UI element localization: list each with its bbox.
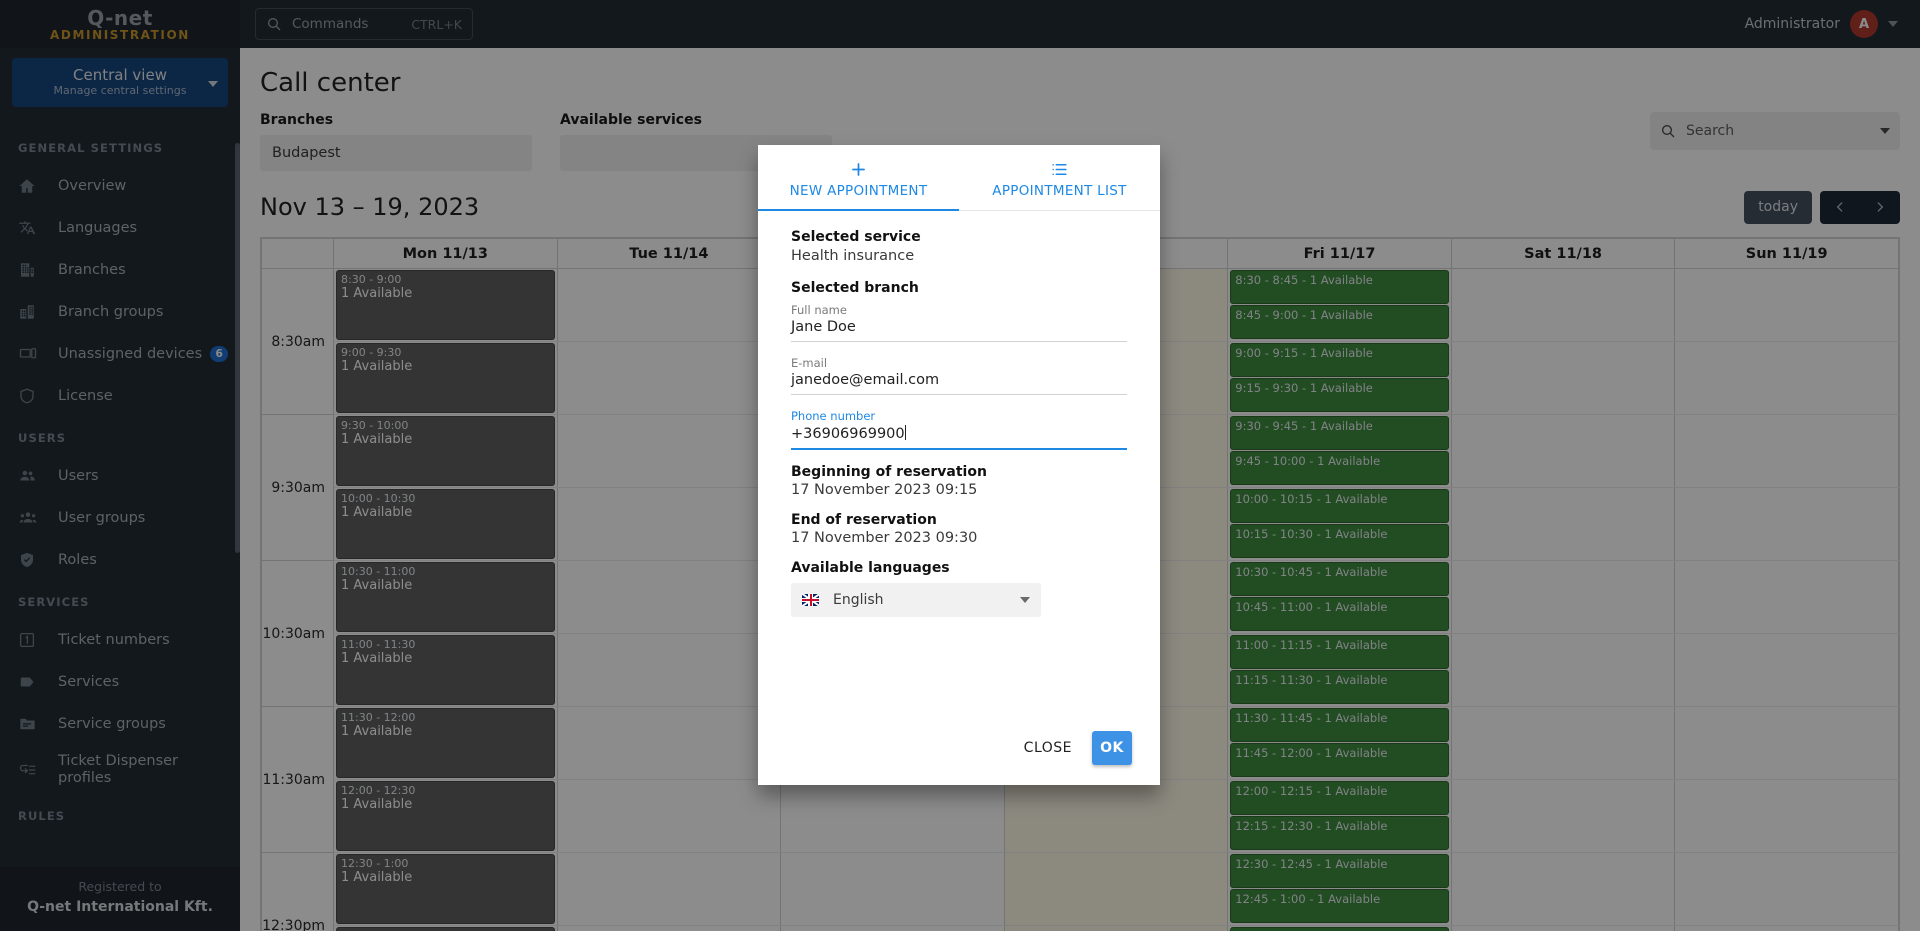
- beginning-of-reservation: Beginning of reservation 17 November 202…: [791, 464, 1127, 498]
- email-label: E-mail: [791, 356, 828, 370]
- modal-body: Selected service Health insurance Select…: [758, 211, 1160, 719]
- phone-number-value: +36906969900: [791, 425, 1127, 450]
- end-value: 17 November 2023 09:30: [791, 530, 978, 546]
- email-value: janedoe@email.com: [791, 372, 1127, 395]
- available-languages-label: Available languages: [791, 560, 950, 576]
- language-select[interactable]: English: [791, 583, 1041, 617]
- text-cursor: [904, 425, 906, 440]
- selected-branch-label: Selected branch: [791, 280, 919, 296]
- phone-number-field[interactable]: Phone number +36906969900: [791, 405, 1127, 450]
- modal-footer: CLOSE OK: [758, 719, 1160, 785]
- email-field[interactable]: E-mail janedoe@email.com: [791, 352, 1127, 395]
- ok-button[interactable]: OK: [1092, 731, 1132, 765]
- end-of-reservation: End of reservation 17 November 2023 09:3…: [791, 512, 1127, 546]
- full-name-value: Jane Doe: [791, 319, 1127, 342]
- tab-new-appointment-label: NEW APPOINTMENT: [789, 183, 928, 199]
- tab-new-appointment[interactable]: NEW APPOINTMENT: [758, 145, 959, 211]
- phone-number-text: +36906969900: [791, 426, 905, 442]
- tab-appointment-list-label: APPOINTMENT LIST: [992, 183, 1127, 199]
- phone-number-label: Phone number: [791, 409, 876, 423]
- full-name-field[interactable]: Full name Jane Doe: [791, 299, 1127, 342]
- modal-tabs: NEW APPOINTMENT APPOINTMENT LIST: [758, 145, 1160, 211]
- app-root: Q-net ADMINISTRATION Central view Manage…: [0, 0, 1920, 931]
- end-label: End of reservation: [791, 512, 937, 528]
- beginning-value: 17 November 2023 09:15: [791, 482, 978, 498]
- plus-icon: [849, 160, 868, 179]
- list-icon: [1050, 160, 1069, 179]
- language-selected-value: English: [833, 592, 884, 608]
- close-button[interactable]: CLOSE: [1018, 732, 1078, 764]
- available-languages: Available languages English: [791, 560, 1127, 617]
- uk-flag-icon: [802, 594, 819, 606]
- beginning-label: Beginning of reservation: [791, 464, 987, 480]
- tab-appointment-list[interactable]: APPOINTMENT LIST: [959, 145, 1160, 210]
- selected-service-value: Health insurance: [791, 248, 915, 264]
- new-appointment-dialog: NEW APPOINTMENT APPOINTMENT LIST Selecte…: [758, 145, 1160, 785]
- selected-service-label: Selected service: [791, 229, 921, 245]
- chevron-down-icon: [1020, 597, 1030, 603]
- full-name-label: Full name: [791, 303, 847, 317]
